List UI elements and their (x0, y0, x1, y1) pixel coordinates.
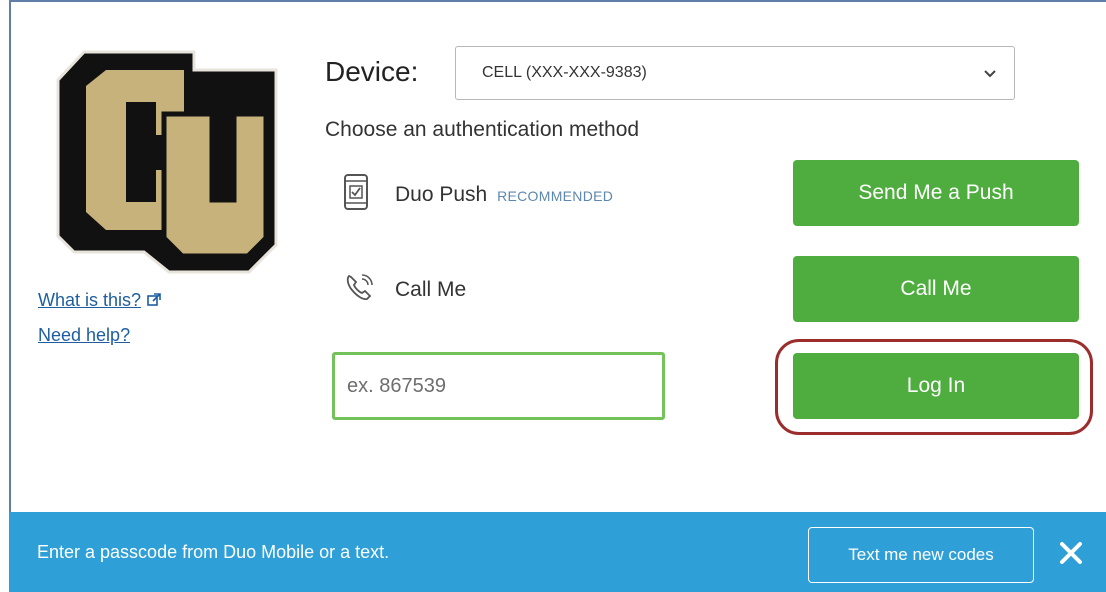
info-message: Enter a passcode from Duo Mobile or a te… (37, 542, 390, 562)
what-is-this-label: What is this? (38, 290, 142, 310)
text-me-new-codes-button[interactable]: Text me new codes (808, 527, 1034, 583)
phone-call-icon (346, 274, 373, 301)
close-icon[interactable] (1056, 538, 1086, 568)
log-in-button[interactable]: Log In (793, 353, 1079, 419)
recommended-badge: RECOMMENDED (497, 188, 614, 204)
call-me-button[interactable]: Call Me (793, 256, 1079, 322)
push-label: Duo Push RECOMMENDED (395, 183, 613, 207)
chevron-down-icon (984, 70, 996, 78)
info-bar: Enter a passcode from Duo Mobile or a te… (9, 512, 1106, 592)
need-help-link[interactable]: Need help? (38, 325, 130, 346)
external-link-icon (147, 291, 161, 312)
what-is-this-link[interactable]: What is this? (38, 290, 161, 312)
cu-logo (56, 50, 278, 274)
push-label-text: Duo Push (395, 183, 488, 206)
method-title: Choose an authentication method (325, 118, 640, 141)
phone-check-icon (344, 174, 368, 210)
send-push-button[interactable]: Send Me a Push (793, 160, 1079, 226)
call-label: Call Me (395, 278, 467, 301)
device-select[interactable]: CELL (XXX-XXX-9383) (455, 46, 1015, 100)
passcode-input[interactable] (332, 352, 665, 420)
device-label: Device: (325, 56, 419, 87)
device-selected-value: CELL (XXX-XXX-9383) (482, 64, 647, 81)
